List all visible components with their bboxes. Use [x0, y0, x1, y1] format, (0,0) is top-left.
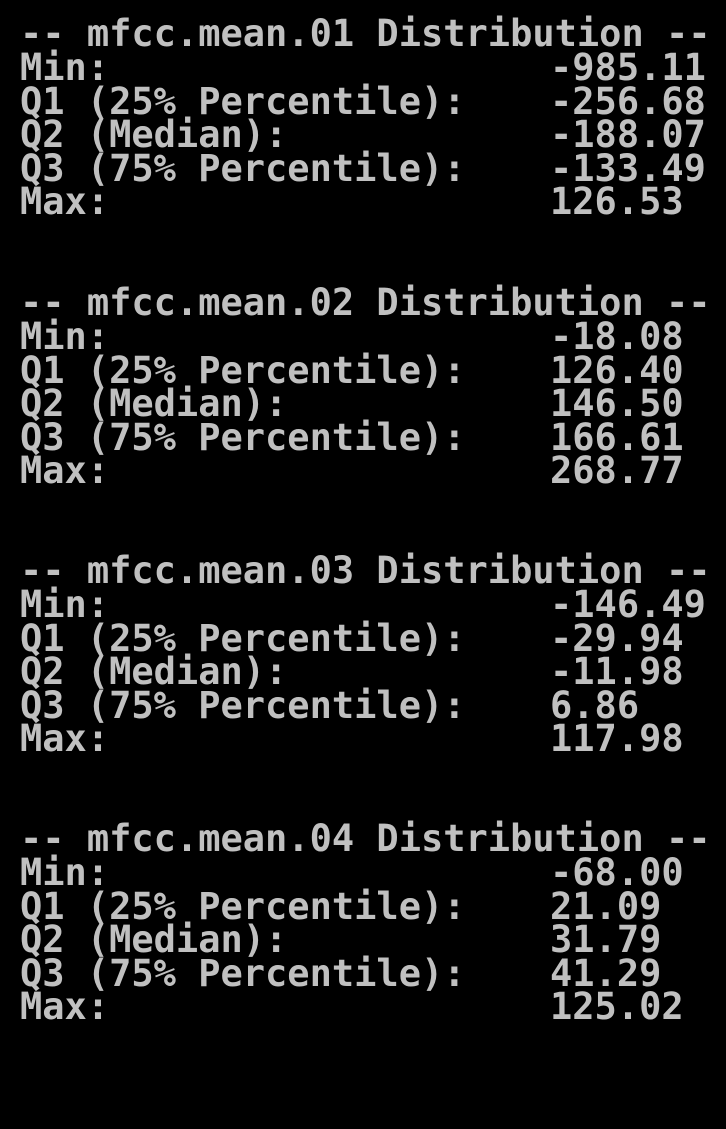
stat-row-max: Max: 125.02 [20, 985, 710, 1028]
console-window: -- mfcc.mean.01 Distribution -- Min: -98… [0, 0, 726, 1033]
stat-row-max: Max: 117.98 [20, 717, 710, 760]
stat-row-max: Max: 268.77 [20, 449, 710, 492]
stat-value: 125.02 [550, 985, 684, 1028]
stat-value: 117.98 [550, 717, 684, 760]
stat-label: Max: [20, 717, 110, 760]
stat-value: 126.53 [550, 180, 684, 223]
distribution-block-mfcc-mean-01: -- mfcc.mean.01 Distribution -- Min: -98… [20, 15, 711, 223]
distribution-block-mfcc-mean-02: -- mfcc.mean.02 Distribution -- Min: -18… [20, 284, 711, 492]
stat-value: 268.77 [550, 449, 684, 492]
stat-label: Max: [20, 180, 110, 223]
stat-label: Max: [20, 449, 110, 492]
stat-label: Max: [20, 985, 110, 1028]
distribution-block-mfcc-mean-04: -- mfcc.mean.04 Distribution -- Min: -68… [20, 820, 711, 1028]
distribution-block-mfcc-mean-03: -- mfcc.mean.03 Distribution -- Min: -14… [20, 552, 711, 760]
stat-row-max: Max: 126.53 [20, 180, 710, 223]
